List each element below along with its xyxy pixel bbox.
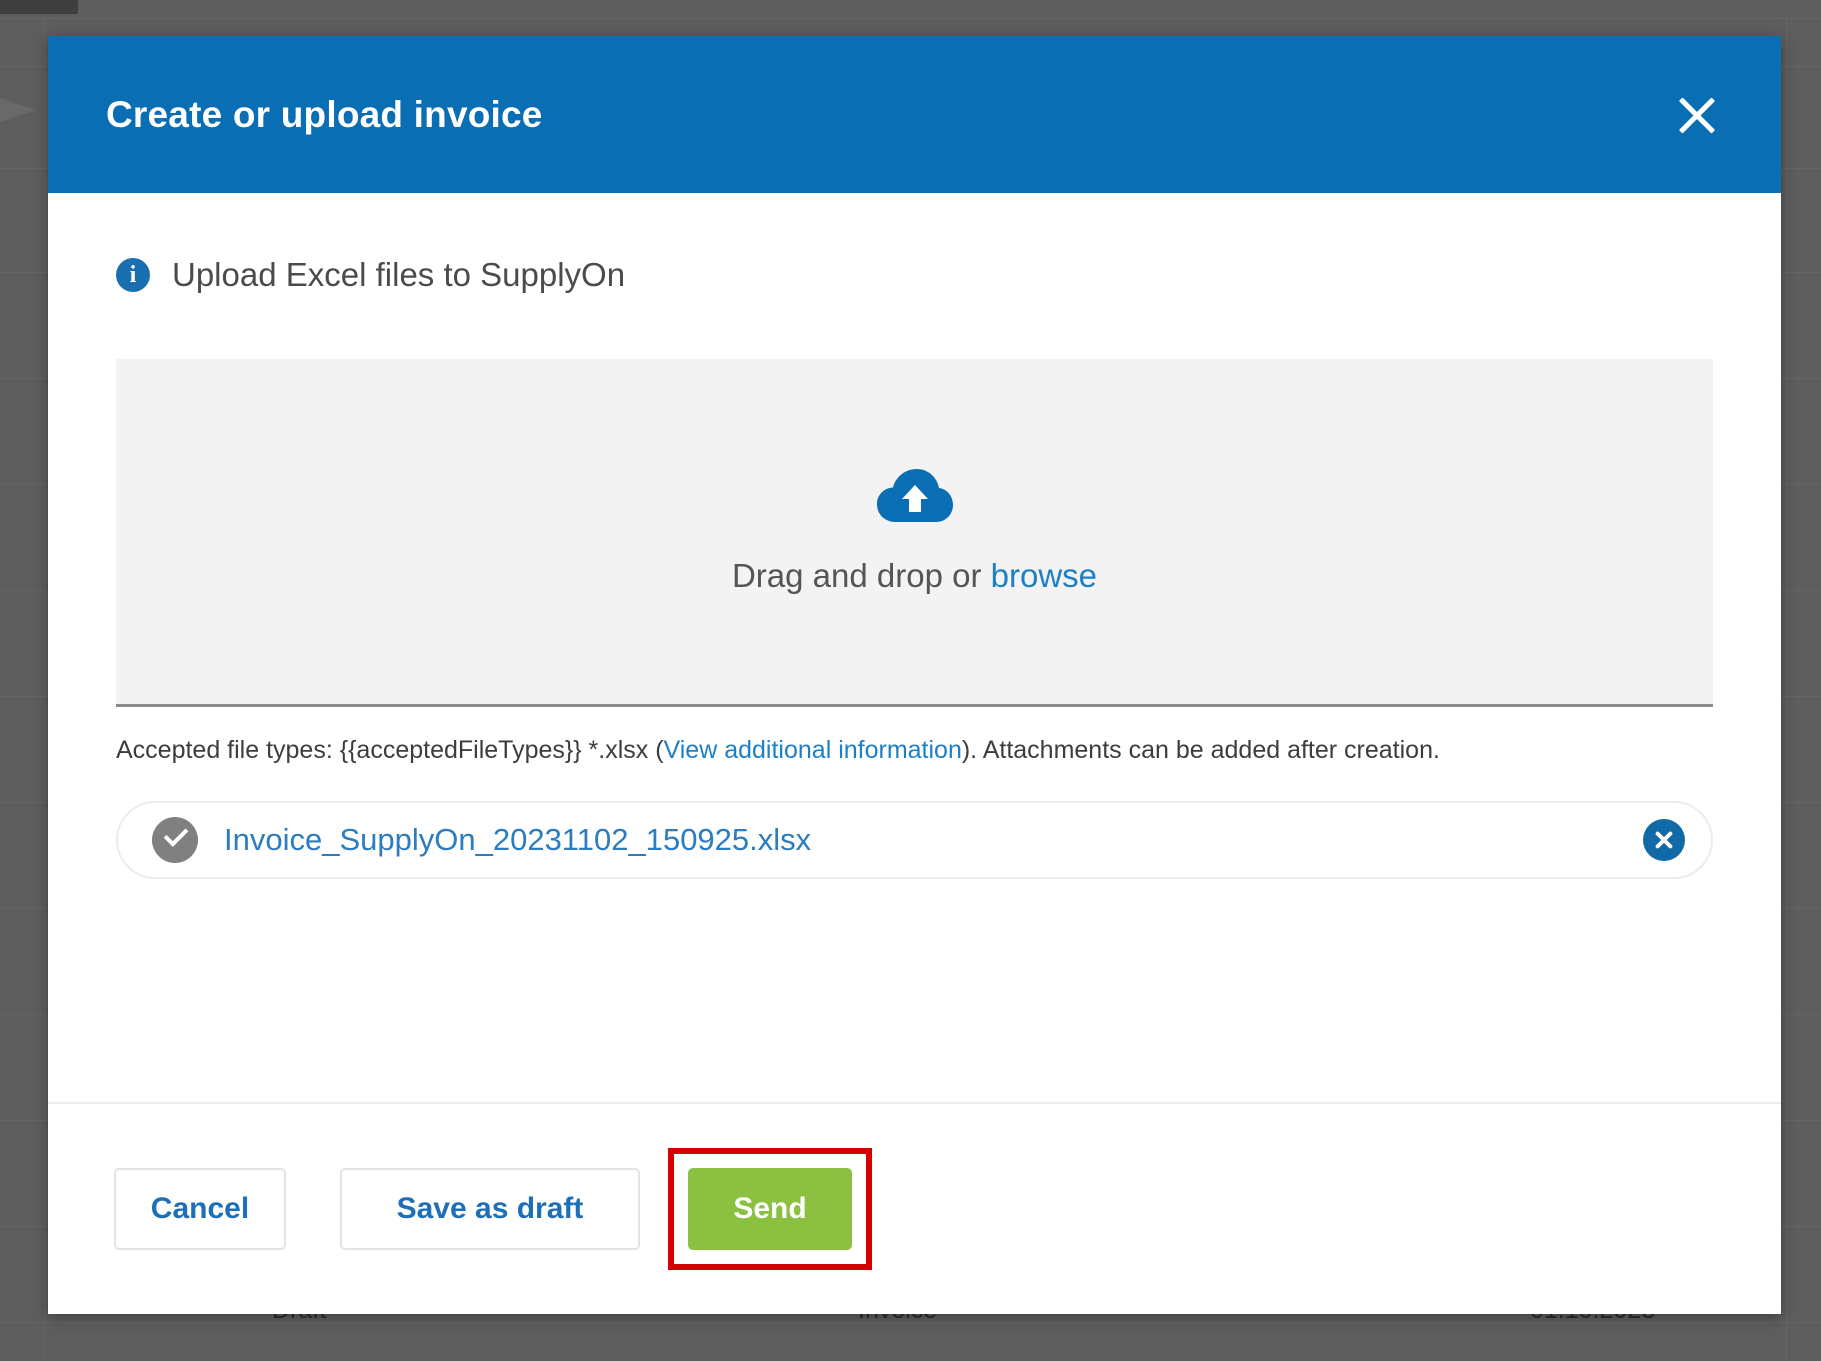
save-as-draft-button[interactable]: Save as draft <box>340 1168 640 1250</box>
send-button-highlight-annotation: Send <box>668 1148 872 1270</box>
dialog-body: i Upload Excel files to SupplyOn Drag an… <box>48 193 1781 1102</box>
info-banner-text: Upload Excel files to SupplyOn <box>172 256 626 293</box>
dialog-title: Create or upload invoice <box>106 93 543 135</box>
close-circle-icon[interactable] <box>1643 818 1685 861</box>
dialog-footer: Cancel Save as draft Send <box>48 1102 1781 1314</box>
accepted-file-types-note: Accepted file types: {{acceptedFileTypes… <box>116 733 1516 769</box>
background-grid-line <box>1786 18 1787 1361</box>
accepted-note-part1: Accepted file types: {{acceptedFileTypes… <box>116 736 664 764</box>
send-button[interactable]: Send <box>688 1168 852 1250</box>
dialog-header: Create or upload invoice <box>48 36 1781 193</box>
info-icon: i <box>116 258 150 292</box>
uploaded-file-name[interactable]: Invoice_SupplyOn_20231102_150925.xlsx <box>224 822 1643 858</box>
create-or-upload-invoice-dialog: Create or upload invoice i Upload Excel … <box>48 36 1781 1314</box>
cloud-upload-icon <box>876 468 954 529</box>
info-banner: i Upload Excel files to SupplyOn <box>116 193 1713 294</box>
file-dropzone[interactable]: Drag and drop or browse <box>116 359 1713 707</box>
accepted-note-part2: ). Attachments can be added after creati… <box>961 736 1440 764</box>
cancel-button[interactable]: Cancel <box>114 1168 286 1250</box>
dropzone-prompt-prefix: Drag and drop or <box>731 557 991 594</box>
background-expand-arrow-icon <box>0 96 36 124</box>
uploaded-file-item: Invoice_SupplyOn_20231102_150925.xlsx <box>116 800 1713 879</box>
background-grid-line <box>0 18 1821 19</box>
view-additional-information-link[interactable]: View additional information <box>664 736 962 764</box>
browse-link[interactable]: browse <box>991 557 1097 594</box>
check-circle-icon <box>152 816 198 863</box>
background-grid-line <box>44 18 45 1361</box>
background-toolbar-fragment <box>0 0 78 14</box>
dropzone-prompt: Drag and drop or browse <box>732 557 1097 595</box>
close-icon[interactable] <box>1668 86 1726 144</box>
